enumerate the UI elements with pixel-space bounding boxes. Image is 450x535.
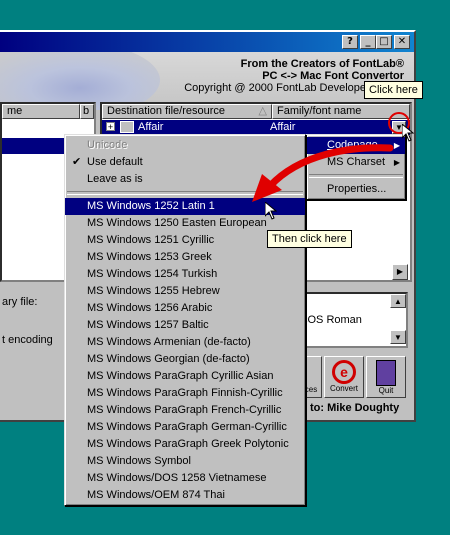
cursor-icon [402, 124, 414, 142]
primary-file-label: ary file: [2, 296, 38, 308]
tooltip-click-here: Click here [364, 81, 423, 99]
banner-copyright: Copyright @ 2000 FontLab Develope [184, 82, 366, 94]
codepage-item[interactable]: MS Windows ParaGraph Cyrillic Asian [65, 368, 305, 385]
title-bar: ? _ □ ✕ [0, 32, 414, 52]
quit-icon [376, 360, 396, 386]
row-file-name: Affair [138, 121, 164, 133]
col-header-destination-label: Destination file/resource [107, 105, 226, 117]
quit-button[interactable]: Quit [366, 356, 406, 398]
maximize-button[interactable]: □ [376, 35, 392, 49]
checkmark-icon: ✔ [72, 156, 82, 168]
scroll-down-button[interactable]: ▼ [390, 330, 406, 344]
close-button[interactable]: ✕ [394, 35, 410, 49]
codepage-item[interactable]: MS Windows ParaGraph Finnish-Cyrillic [65, 385, 305, 402]
arrow-curve [266, 144, 394, 190]
instruction-arrow [252, 144, 394, 202]
codepage-item[interactable]: MS Windows 1256 Arabic [65, 300, 305, 317]
minimize-button[interactable]: _ [360, 35, 376, 49]
codepage-item[interactable]: MS Windows/OEM 874 Thai [65, 487, 305, 504]
convert-icon: e [332, 360, 356, 384]
convert-label: Convert [329, 384, 358, 393]
expand-icon[interactable]: + [106, 122, 115, 132]
convert-button[interactable]: e Convert [324, 356, 364, 398]
codepage-item[interactable]: MS Windows Georgian (de-facto) [65, 351, 305, 368]
tooltip-then-click-here: Then click here [267, 230, 352, 248]
scroll-up-button[interactable]: ▲ [390, 294, 406, 308]
codepage-item[interactable]: MS Windows Armenian (de-facto) [65, 334, 305, 351]
col-header-name[interactable]: me [2, 104, 80, 119]
col-header-b[interactable]: b [80, 104, 94, 119]
codepage-item[interactable]: MS Windows ParaGraph French-Cyrillic [65, 402, 305, 419]
codepage-item[interactable]: MS Windows ParaGraph German-Cyrillic [65, 419, 305, 436]
mac-codepage-text: cOS Roman [302, 314, 362, 326]
font-file-icon [120, 121, 134, 133]
help-button[interactable]: ? [342, 35, 358, 49]
codepage-item[interactable]: MS Windows 1254 Turkish [65, 266, 305, 283]
codepage-item[interactable]: MS Windows 1257 Baltic [65, 317, 305, 334]
dedication-text: to: Mike Doughty [310, 402, 400, 414]
codepage-item[interactable]: MS Windows ParaGraph Greek Polytonic [65, 436, 305, 453]
codepage-item[interactable]: MS Windows 1255 Hebrew [65, 283, 305, 300]
banner-title: From the Creators of FontLab® [240, 58, 404, 70]
col-header-destination[interactable]: Destination file/resource △ [102, 104, 272, 119]
sort-arrow-icon: △ [258, 105, 267, 117]
codepage-item-use-default-label: Use default [87, 156, 143, 168]
scroll-right-button[interactable]: ▶ [392, 264, 408, 280]
table-row[interactable]: + Affair Affair ▼ [102, 120, 410, 135]
codepage-item[interactable]: MS Windows 1253 Greek [65, 249, 305, 266]
codepage-item[interactable]: MS Windows Symbol [65, 453, 305, 470]
quit-label: Quit [378, 386, 394, 395]
codepage-item[interactable]: MS Windows/DOS 1258 Vietnamese [65, 470, 305, 487]
encoding-label: t encoding [2, 334, 53, 346]
cursor-icon [265, 202, 277, 220]
row-family-name: Affair [270, 121, 296, 133]
mac-codepage-panel: cOS Roman ▲ ▼ [300, 292, 408, 348]
